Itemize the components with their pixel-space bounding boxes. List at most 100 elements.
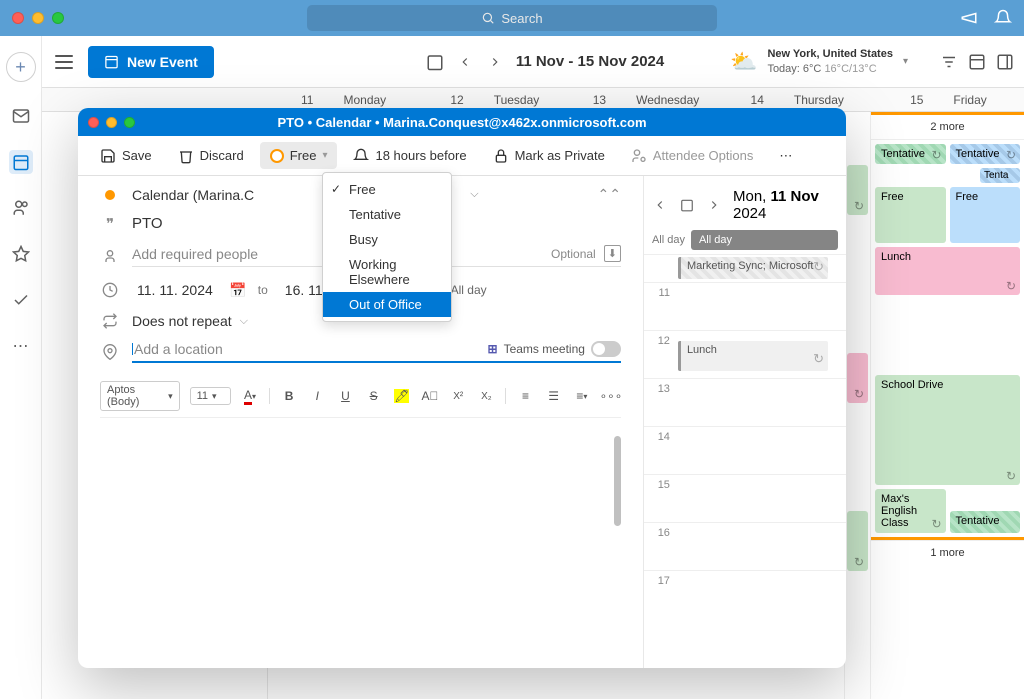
hour-label-11: 11 [644,283,674,330]
dialog-minimize-button[interactable] [106,117,117,128]
bullet-list-button[interactable]: ≡ [516,386,534,406]
minimize-window-button[interactable] [32,12,44,24]
bell-icon[interactable] [994,9,1012,27]
status-option-working-elsewhere[interactable]: Working Elsewhere [323,252,451,292]
date-range-label: 11 Nov - 15 Nov 2024 [516,53,664,70]
dialog-toolbar: Save Discard Free ▾ 18 hours before Mark… [78,136,846,176]
next-week-button[interactable] [486,53,504,71]
new-item-button[interactable]: + [6,52,36,82]
preview-today-button[interactable] [679,195,696,215]
teams-meeting-toggle[interactable] [591,341,621,357]
bold-button[interactable]: B [280,386,298,406]
strikethrough-button[interactable]: S [365,386,383,406]
preview-allday-event[interactable]: All day [691,230,838,250]
discard-button[interactable]: Discard [168,142,254,170]
recurring-icon: ↻ [854,555,864,569]
status-dropdown-button[interactable]: Free ▾ [260,142,338,169]
hour-label-13: 13 [644,379,674,426]
preview-next-button[interactable] [706,195,723,215]
close-window-button[interactable] [12,12,24,24]
more-formatting-button[interactable]: ∘∘∘ [601,386,621,406]
event-school-drive[interactable]: School Drive↻ [875,375,1020,485]
clear-format-button[interactable]: A⃠ [421,386,439,406]
subscript-button[interactable]: X₂ [477,386,495,406]
day-header-fri[interactable]: 15Friday [873,88,1024,111]
weather-widget[interactable]: ⛅ New York, United States Today: 6°C 16°… [730,47,908,76]
view-mode-icon[interactable] [968,53,986,71]
event-free-2[interactable]: Free [950,187,1021,243]
start-date-input[interactable]: 11. 11. 2024 [132,279,218,301]
more-options-button[interactable]: ⋯ [769,142,802,170]
location-input[interactable]: Add a location ⊞ Teams meeting [132,341,621,363]
prev-week-button[interactable] [456,53,474,71]
event-free-1[interactable]: Free [875,187,946,243]
today-icon[interactable] [426,53,444,71]
numbered-list-button[interactable]: ☰ [545,386,563,406]
hamburger-button[interactable] [52,50,76,74]
tasks-rail-icon[interactable] [9,288,33,312]
weather-today: Today: 6°C [767,63,821,75]
reminder-button[interactable]: 18 hours before [343,142,476,170]
bell-icon [353,148,369,164]
maximize-window-button[interactable] [52,12,64,24]
italic-button[interactable]: I [308,386,326,406]
font-color-button[interactable]: A▾ [241,386,259,406]
hour-label-15: 15 [644,475,674,522]
underline-button[interactable]: U [336,386,354,406]
attendee-options-button[interactable]: Attendee Options [621,142,763,170]
event-tentative-1[interactable]: Tentative↻ [875,144,946,164]
event-lunch[interactable]: Lunch↻ [875,247,1020,295]
new-event-button[interactable]: New Event [88,46,214,78]
save-button[interactable]: Save [90,142,162,170]
friday-column: 2 more Tentative↻ Tentative↻ Tenta Free … [870,112,1024,699]
status-option-free[interactable]: ✓Free [323,177,451,202]
mail-rail-icon[interactable] [9,104,33,128]
preview-prev-button[interactable] [652,195,669,215]
align-button[interactable]: ≡▾ [573,386,591,406]
event-tenta-short[interactable]: Tenta [980,168,1020,183]
event-thu-free[interactable]: ↻ [847,165,868,215]
preview-event-marketing[interactable]: Marketing Sync; Microsoft↻ [678,257,828,279]
more-events-bottom[interactable]: 1 more [871,540,1024,565]
description-editor[interactable] [100,436,621,658]
location-placeholder: Add a location [132,341,223,357]
event-thu-lunch[interactable]: ↻ [847,353,868,403]
recurring-icon: ↻ [931,148,941,162]
megaphone-icon[interactable] [960,9,978,27]
start-date-picker-icon[interactable]: 📅 [230,282,246,298]
dialog-title: PTO • Calendar • Marina.Conquest@x462x.o… [277,115,646,130]
private-button[interactable]: Mark as Private [483,142,615,170]
filter-icon[interactable] [940,53,958,71]
status-option-out-of-office[interactable]: Out of Office [323,292,451,317]
highlight-button[interactable]: 🖊 [393,386,411,406]
dialog-window-controls [88,117,135,128]
dialog-close-button[interactable] [88,117,99,128]
panel-icon[interactable] [996,53,1014,71]
font-size-selector[interactable]: 11▾ [190,387,231,405]
new-event-label: New Event [127,54,198,70]
optional-label[interactable]: Optional [551,247,596,261]
more-rail-icon[interactable]: ⋯ [9,334,33,358]
status-option-busy[interactable]: Busy [323,227,451,252]
people-settings-icon [631,148,647,164]
preview-event-lunch[interactable]: Lunch↻ [678,341,828,371]
event-thu-2[interactable]: ↻ [847,511,868,571]
recurrence-selector[interactable]: Does not repeat ⌵ [132,313,248,329]
people-rail-icon[interactable] [9,196,33,220]
event-tentative-3[interactable]: Tentative [950,511,1021,533]
hour-label-12: 12 [644,331,674,378]
recurring-icon: ↻ [1006,469,1016,483]
status-option-tentative[interactable]: Tentative [323,202,451,227]
calendar-rail-icon[interactable] [9,150,33,174]
superscript-button[interactable]: X² [449,386,467,406]
more-events-top[interactable]: 2 more [871,115,1024,140]
dialog-maximize-button[interactable] [124,117,135,128]
contacts-icon[interactable]: ⬇ [604,245,621,262]
search-input[interactable]: Search [307,5,717,31]
editor-scrollbar[interactable] [614,436,621,526]
event-tentative-2[interactable]: Tentative↻ [950,144,1021,164]
event-max-class[interactable]: Max's English Class↻ [875,489,946,533]
favorites-rail-icon[interactable] [9,242,33,266]
font-family-selector[interactable]: Aptos (Body)▾ [100,381,180,411]
collapse-icon[interactable]: ⌃⌃ [597,186,620,203]
